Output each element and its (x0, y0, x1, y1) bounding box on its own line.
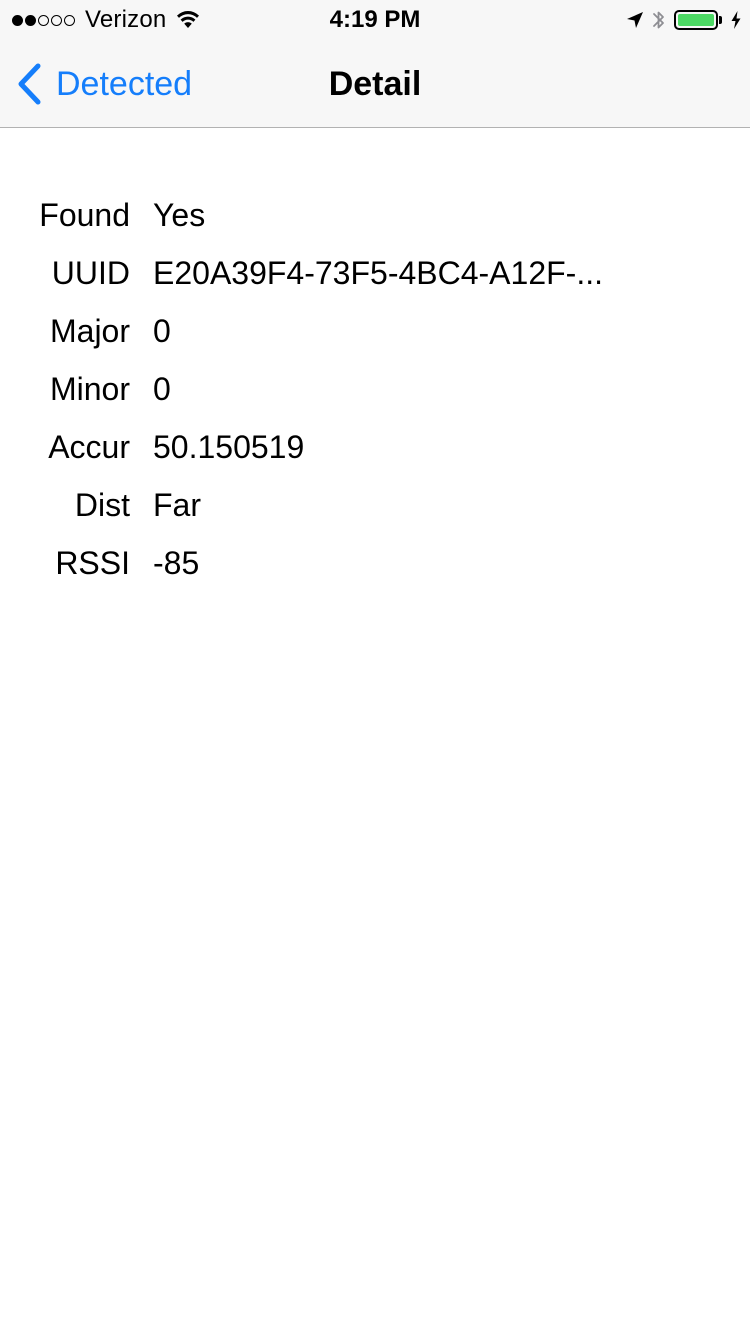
detail-screen: Verizon 4:19 PM Detected Detail Found Ye… (0, 0, 750, 1334)
navigation-bar: Detected Detail (0, 40, 750, 128)
detail-label: RSSI (55, 544, 130, 581)
detail-value: Yes (153, 196, 206, 233)
status-bar: Verizon 4:19 PM (0, 0, 750, 40)
detail-value: 0 (153, 370, 171, 407)
detail-row-distance: Dist Far (0, 476, 750, 534)
detail-list: Found Yes UUID E20A39F4-73F5-4BC4-A12F-.… (0, 186, 750, 592)
detail-label: Found (39, 196, 130, 233)
battery-icon (674, 10, 718, 30)
detail-value: E20A39F4-73F5-4BC4-A12F-... (153, 254, 603, 291)
status-bar-right (618, 6, 742, 34)
detail-value: 0 (153, 312, 171, 349)
battery-level (678, 14, 714, 26)
detail-label: Major (49, 312, 130, 349)
detail-label: Accur (48, 428, 130, 465)
battery-cap (719, 16, 722, 24)
detail-row-minor: Minor 0 (0, 360, 750, 418)
detail-value: Far (153, 486, 201, 523)
detail-label: Minor (49, 370, 130, 407)
detail-row-found: Found Yes (0, 186, 750, 244)
detail-row-uuid: UUID E20A39F4-73F5-4BC4-A12F-... (0, 244, 750, 302)
location-arrow-icon (626, 11, 644, 29)
detail-label: Dist (74, 486, 130, 523)
detail-label: UUID (51, 254, 130, 291)
detail-value: -85 (153, 544, 200, 581)
detail-row-rssi: RSSI -85 (0, 534, 750, 592)
page-title: Detail (328, 65, 422, 103)
bluetooth-icon (652, 8, 666, 32)
charging-bolt-icon (730, 10, 742, 30)
detail-row-accuracy: Accur 50.150519 (0, 418, 750, 476)
detail-value: 50.150519 (153, 428, 305, 465)
detail-row-major: Major 0 (0, 302, 750, 360)
